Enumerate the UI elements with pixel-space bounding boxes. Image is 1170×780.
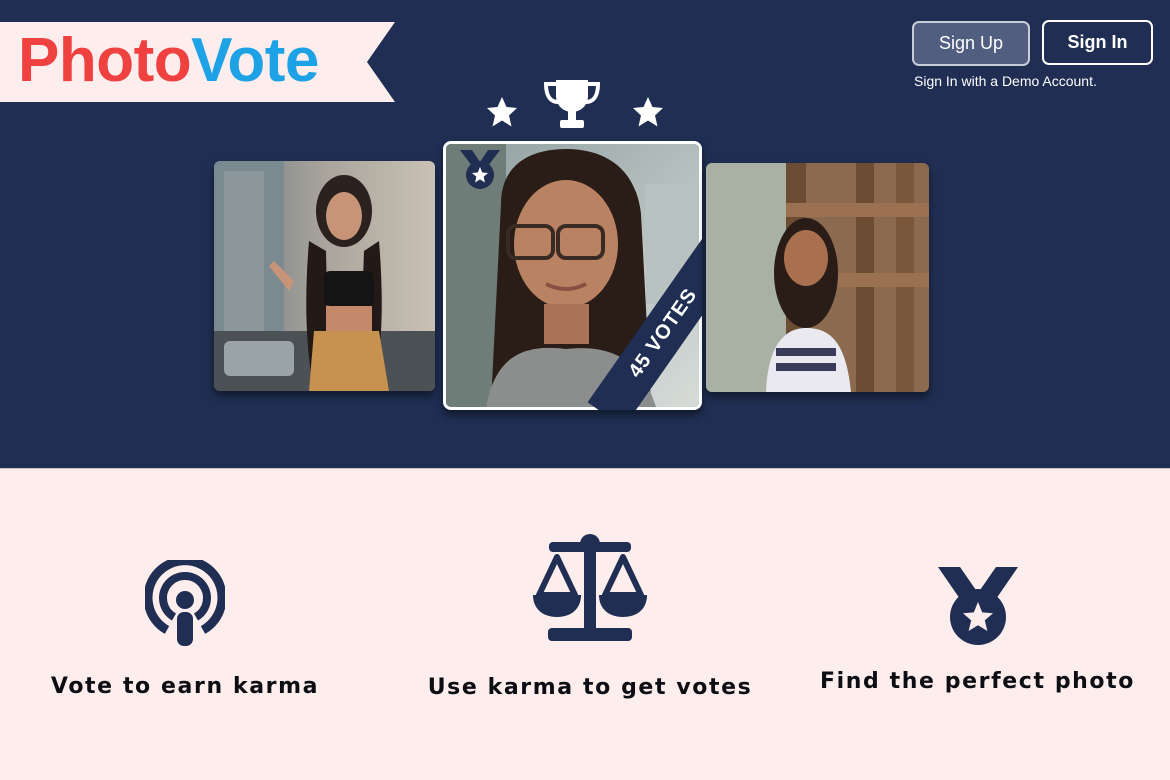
feature-label: Vote to earn karma xyxy=(50,674,320,699)
feature-find-the-perfect-photo: Find the perfect photo xyxy=(815,565,1140,694)
sign-in-button[interactable]: Sign In xyxy=(1042,20,1153,65)
sign-up-button[interactable]: Sign Up xyxy=(912,21,1030,66)
star-icon xyxy=(633,97,663,127)
medal-icon xyxy=(460,150,500,189)
podcast-icon xyxy=(145,560,225,646)
logo-part-vote: Vote xyxy=(191,26,319,95)
feature-label: Use karma to get votes xyxy=(427,675,753,700)
logo-part-photo: Photo xyxy=(18,26,192,95)
scale-icon xyxy=(533,534,647,641)
logo-text: PhotoVote xyxy=(18,26,319,96)
demo-sign-in-link[interactable]: Sign In with a Demo Account. xyxy=(914,73,1097,89)
feature-use-karma-to-get-votes: Use karma to get votes xyxy=(420,533,760,700)
star-icon xyxy=(487,97,517,127)
feature-label: Find the perfect photo xyxy=(820,669,1135,694)
feature-vote-to-earn-karma: Vote to earn karma xyxy=(40,560,330,699)
photo-left[interactable] xyxy=(214,161,435,391)
medal-icon xyxy=(937,567,1018,645)
trophy-icon xyxy=(543,80,601,128)
photo-right[interactable] xyxy=(706,163,929,392)
logo[interactable]: PhotoVote xyxy=(0,22,395,102)
logo-ribbon-notch xyxy=(367,22,395,102)
